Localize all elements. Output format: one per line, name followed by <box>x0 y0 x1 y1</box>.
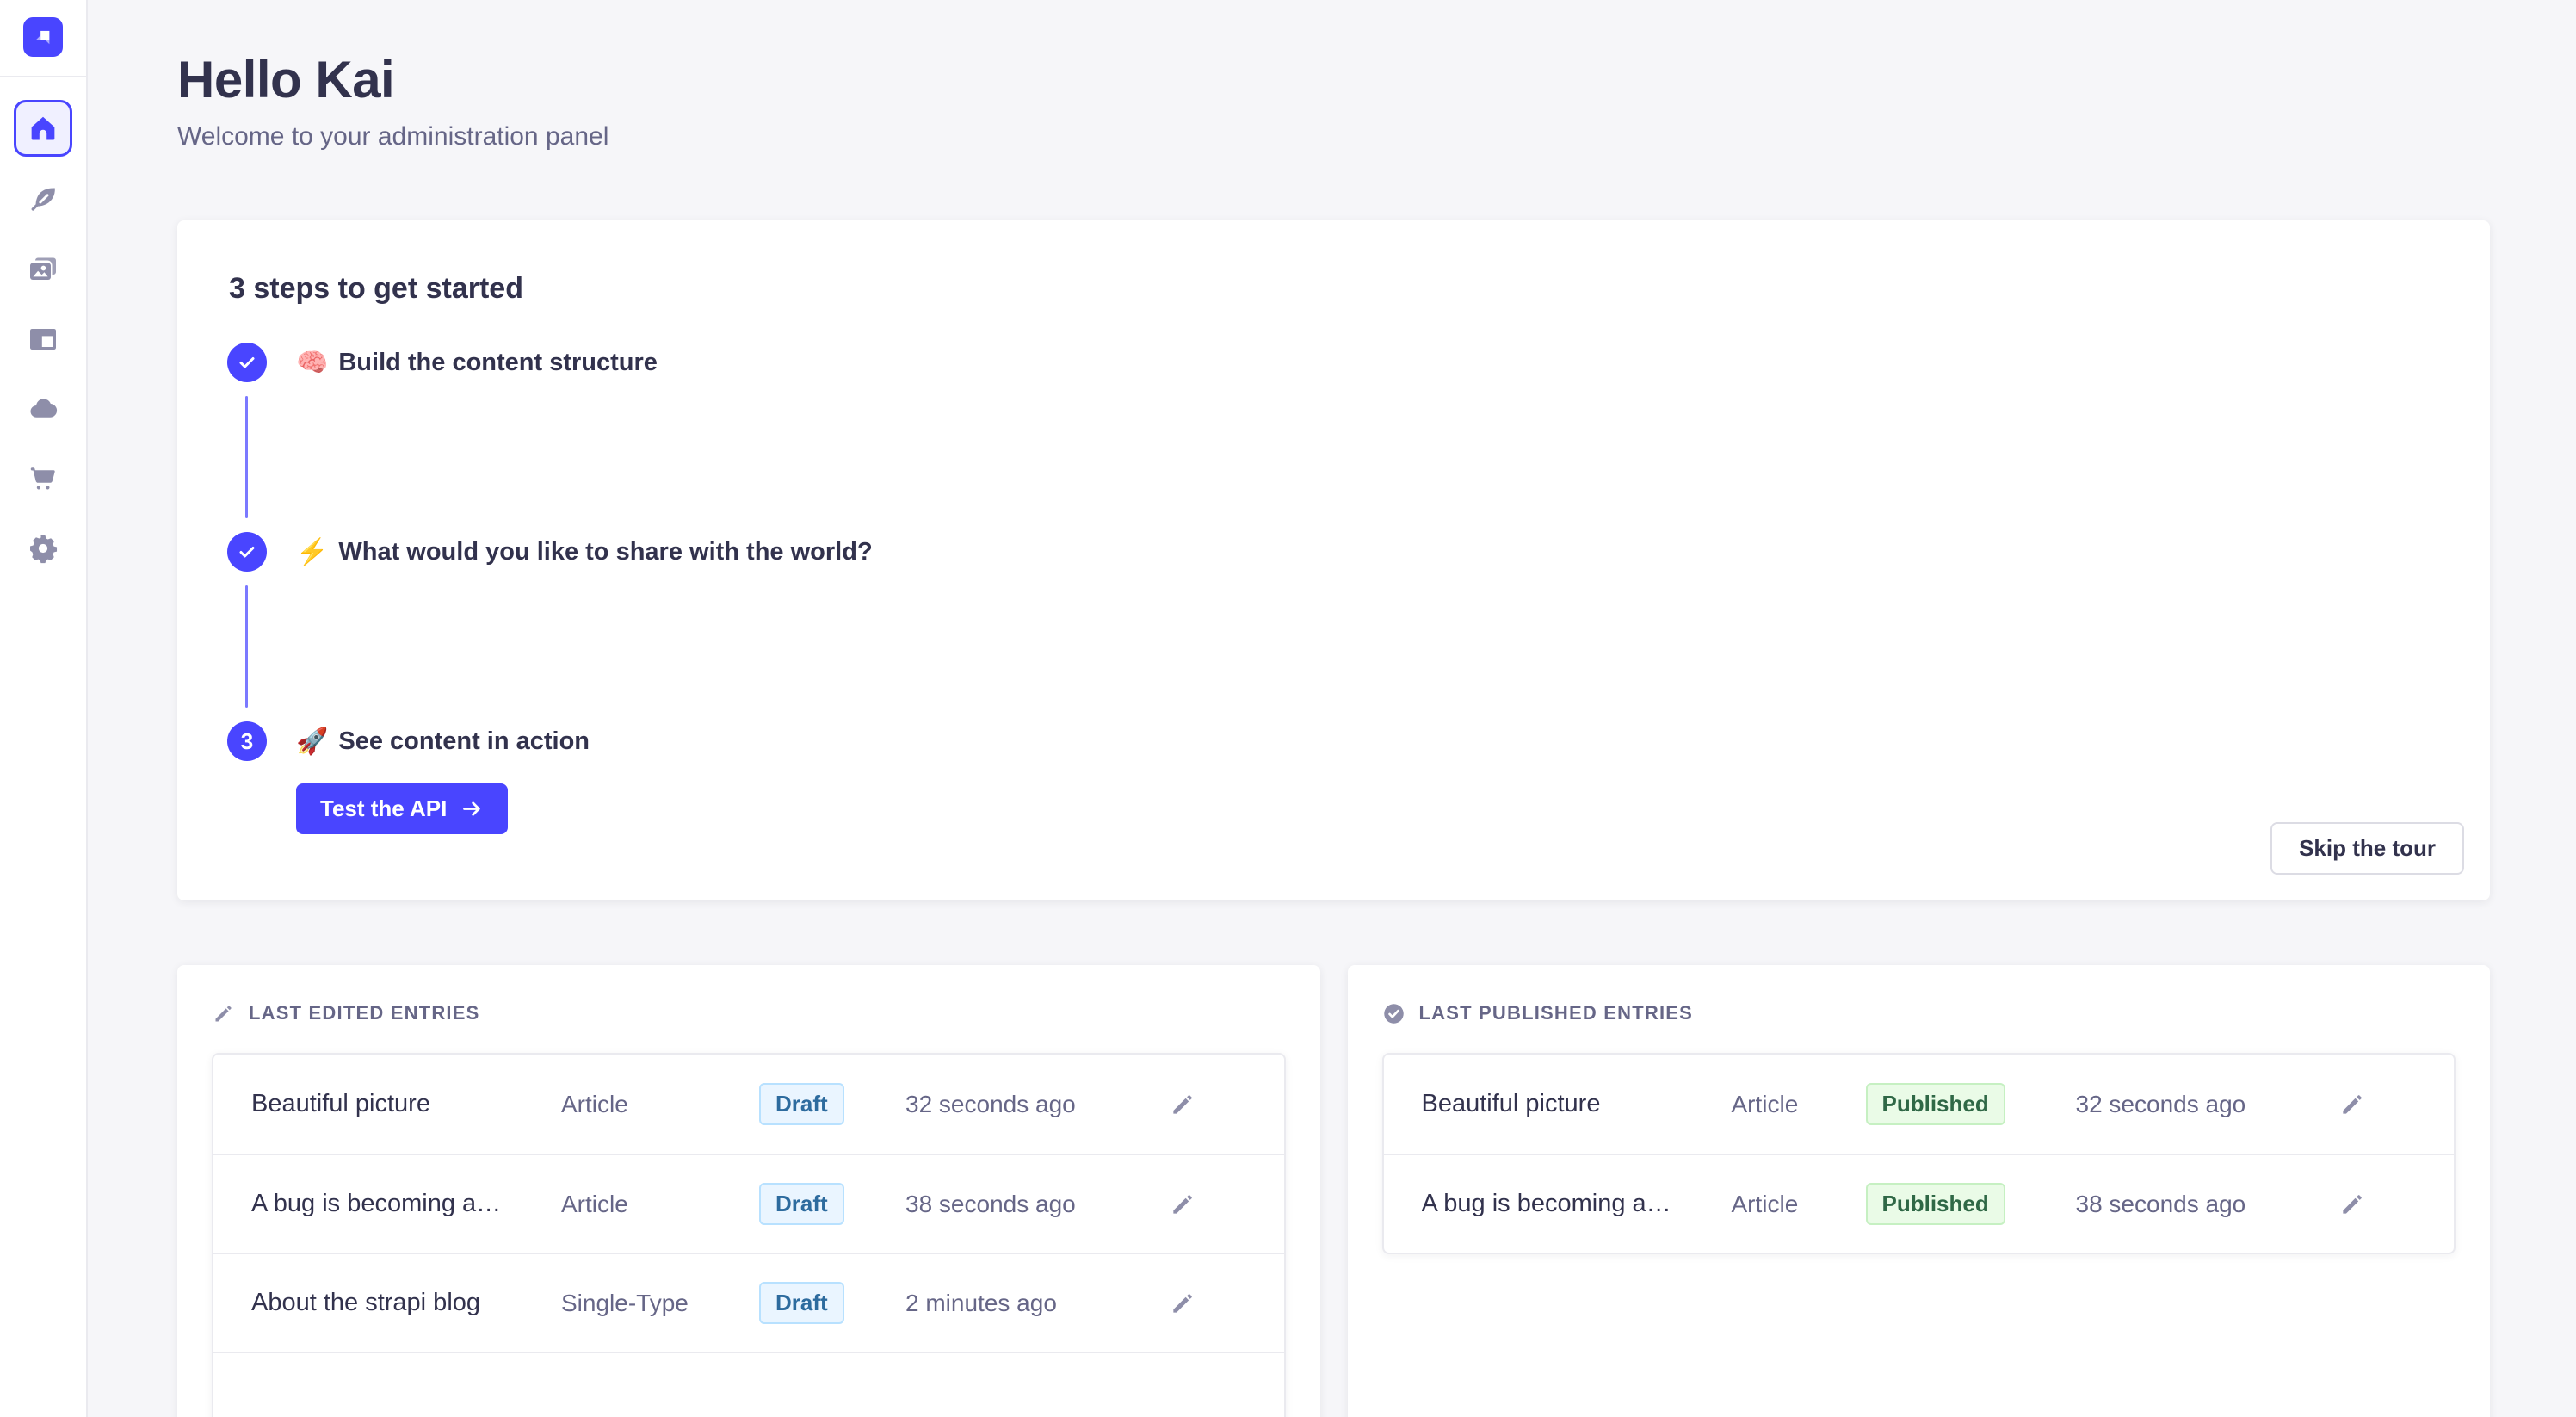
edit-entry-button[interactable] <box>2338 1091 2366 1118</box>
check-icon <box>237 541 257 562</box>
step-1-emoji: 🧠 <box>296 348 328 378</box>
sidebar-nav <box>28 184 59 603</box>
main-content: Hello Kai Welcome to your administration… <box>88 0 2576 1417</box>
last-published-entries-card: LAST PUBLISHED ENTRIES Beautiful picture… <box>1348 965 2491 1417</box>
page-subtitle: Welcome to your administration panel <box>177 122 2490 152</box>
settings-gear-icon <box>28 533 59 564</box>
table-row[interactable]: A bug is becoming a… Article Draft 38 se… <box>213 1154 1284 1253</box>
entry-type: Single-Type <box>561 1290 759 1317</box>
pencil-icon <box>212 1002 235 1025</box>
content-manager-icon <box>28 324 59 355</box>
entry-time: 38 seconds ago <box>2076 1191 2338 1218</box>
entry-type: Article <box>1732 1191 1866 1218</box>
sidebar <box>0 0 88 1417</box>
last-edited-entries-card: LAST EDITED ENTRIES Beautiful picture Ar… <box>177 965 1320 1417</box>
entry-title: Beautiful picture <box>1422 1090 1732 1118</box>
edit-entry-button[interactable] <box>2338 1191 2366 1218</box>
step-3-emoji: 🚀 <box>296 727 328 757</box>
logo-block <box>0 0 86 77</box>
step-2-label: What would you like to share with the wo… <box>338 538 872 566</box>
page-title: Hello Kai <box>177 50 2490 110</box>
check-icon <box>237 352 257 373</box>
status-badge: Draft <box>759 1183 844 1225</box>
step-connector <box>245 396 248 518</box>
step-3-number-circle: 3 <box>227 721 267 761</box>
step-connector <box>245 585 248 708</box>
status-badge: Draft <box>759 1083 844 1125</box>
cloud-icon <box>28 393 59 424</box>
entry-time: 38 seconds ago <box>905 1191 1169 1218</box>
entry-type: Article <box>1732 1091 1866 1118</box>
entry-title: A bug is becoming a… <box>1422 1190 1732 1218</box>
step-1-label: Build the content structure <box>338 349 658 377</box>
pencil-icon <box>1169 1091 1196 1118</box>
skip-tour-button[interactable]: Skip the tour <box>2270 822 2464 875</box>
last-published-entries-table: Beautiful picture Article Published 32 s… <box>1382 1053 2456 1254</box>
edit-entry-button[interactable] <box>1169 1091 1196 1118</box>
sidebar-item-cloud[interactable] <box>28 393 59 424</box>
edit-entry-button[interactable] <box>1169 1290 1196 1317</box>
media-library-icon <box>28 254 59 285</box>
sidebar-item-media-library[interactable] <box>28 254 59 285</box>
step-1-check-circle <box>227 343 267 382</box>
strapi-logo-icon <box>28 22 58 52</box>
strapi-logo[interactable] <box>23 17 63 57</box>
step-3-label: See content in action <box>338 727 590 756</box>
status-badge: Published <box>1866 1083 2005 1125</box>
home-icon <box>28 113 59 144</box>
onboarding-card: 3 steps to get started 🧠 Build the conte… <box>177 220 2490 900</box>
entry-type: Article <box>561 1091 759 1118</box>
step-see-content-in-action: 3 🚀 See content in action Test the API <box>227 721 2438 834</box>
status-badge: Published <box>1866 1183 2005 1225</box>
step-2-emoji: ⚡ <box>296 537 328 567</box>
status-badge: Draft <box>759 1282 844 1324</box>
sidebar-item-content-manager[interactable] <box>28 324 59 355</box>
sidebar-item-settings[interactable] <box>28 533 59 564</box>
test-api-button-label: Test the API <box>320 795 447 822</box>
table-row[interactable]: About the strapi blog Single-Type Draft … <box>213 1253 1284 1352</box>
entry-time: 32 seconds ago <box>905 1091 1169 1118</box>
table-row[interactable]: Beautiful picture Article Draft 32 secon… <box>213 1055 1284 1154</box>
table-row-partial <box>213 1352 1284 1417</box>
edit-entry-button[interactable] <box>1169 1191 1196 1218</box>
marketplace-cart-icon <box>28 463 59 494</box>
step-share-with-world: ⚡ What would you like to share with the … <box>227 532 2438 721</box>
test-api-button[interactable]: Test the API <box>296 783 508 834</box>
table-row[interactable]: A bug is becoming a… Article Published 3… <box>1384 1154 2455 1253</box>
entry-title: A bug is becoming a… <box>251 1190 561 1218</box>
step-2-check-circle <box>227 532 267 572</box>
entry-title: Beautiful picture <box>251 1090 561 1118</box>
pencil-icon <box>1169 1191 1196 1218</box>
last-edited-entries-table: Beautiful picture Article Draft 32 secon… <box>212 1053 1286 1417</box>
feather-icon <box>28 184 59 215</box>
sidebar-item-content-type-builder[interactable] <box>28 184 59 215</box>
last-edited-entries-title: LAST EDITED ENTRIES <box>249 1002 480 1024</box>
sidebar-item-marketplace[interactable] <box>28 463 59 494</box>
sidebar-item-home[interactable] <box>14 100 72 157</box>
entry-time: 2 minutes ago <box>905 1290 1169 1317</box>
pencil-icon <box>2338 1191 2366 1218</box>
onboarding-title: 3 steps to get started <box>229 272 2438 306</box>
widgets-row: LAST EDITED ENTRIES Beautiful picture Ar… <box>177 965 2490 1417</box>
table-row[interactable]: Beautiful picture Article Published 32 s… <box>1384 1055 2455 1154</box>
step-build-content-structure: 🧠 Build the content structure <box>227 343 2438 532</box>
steps-list: 🧠 Build the content structure ⚡ What wou… <box>227 343 2438 834</box>
check-circle-icon <box>1382 1002 1405 1025</box>
entry-type: Article <box>561 1191 759 1218</box>
entry-time: 32 seconds ago <box>2076 1091 2338 1118</box>
pencil-icon <box>1169 1290 1196 1317</box>
last-published-entries-title: LAST PUBLISHED ENTRIES <box>1419 1002 1694 1024</box>
pencil-icon <box>2338 1091 2366 1118</box>
arrow-right-icon <box>460 797 484 820</box>
entry-title: About the strapi blog <box>251 1289 561 1317</box>
